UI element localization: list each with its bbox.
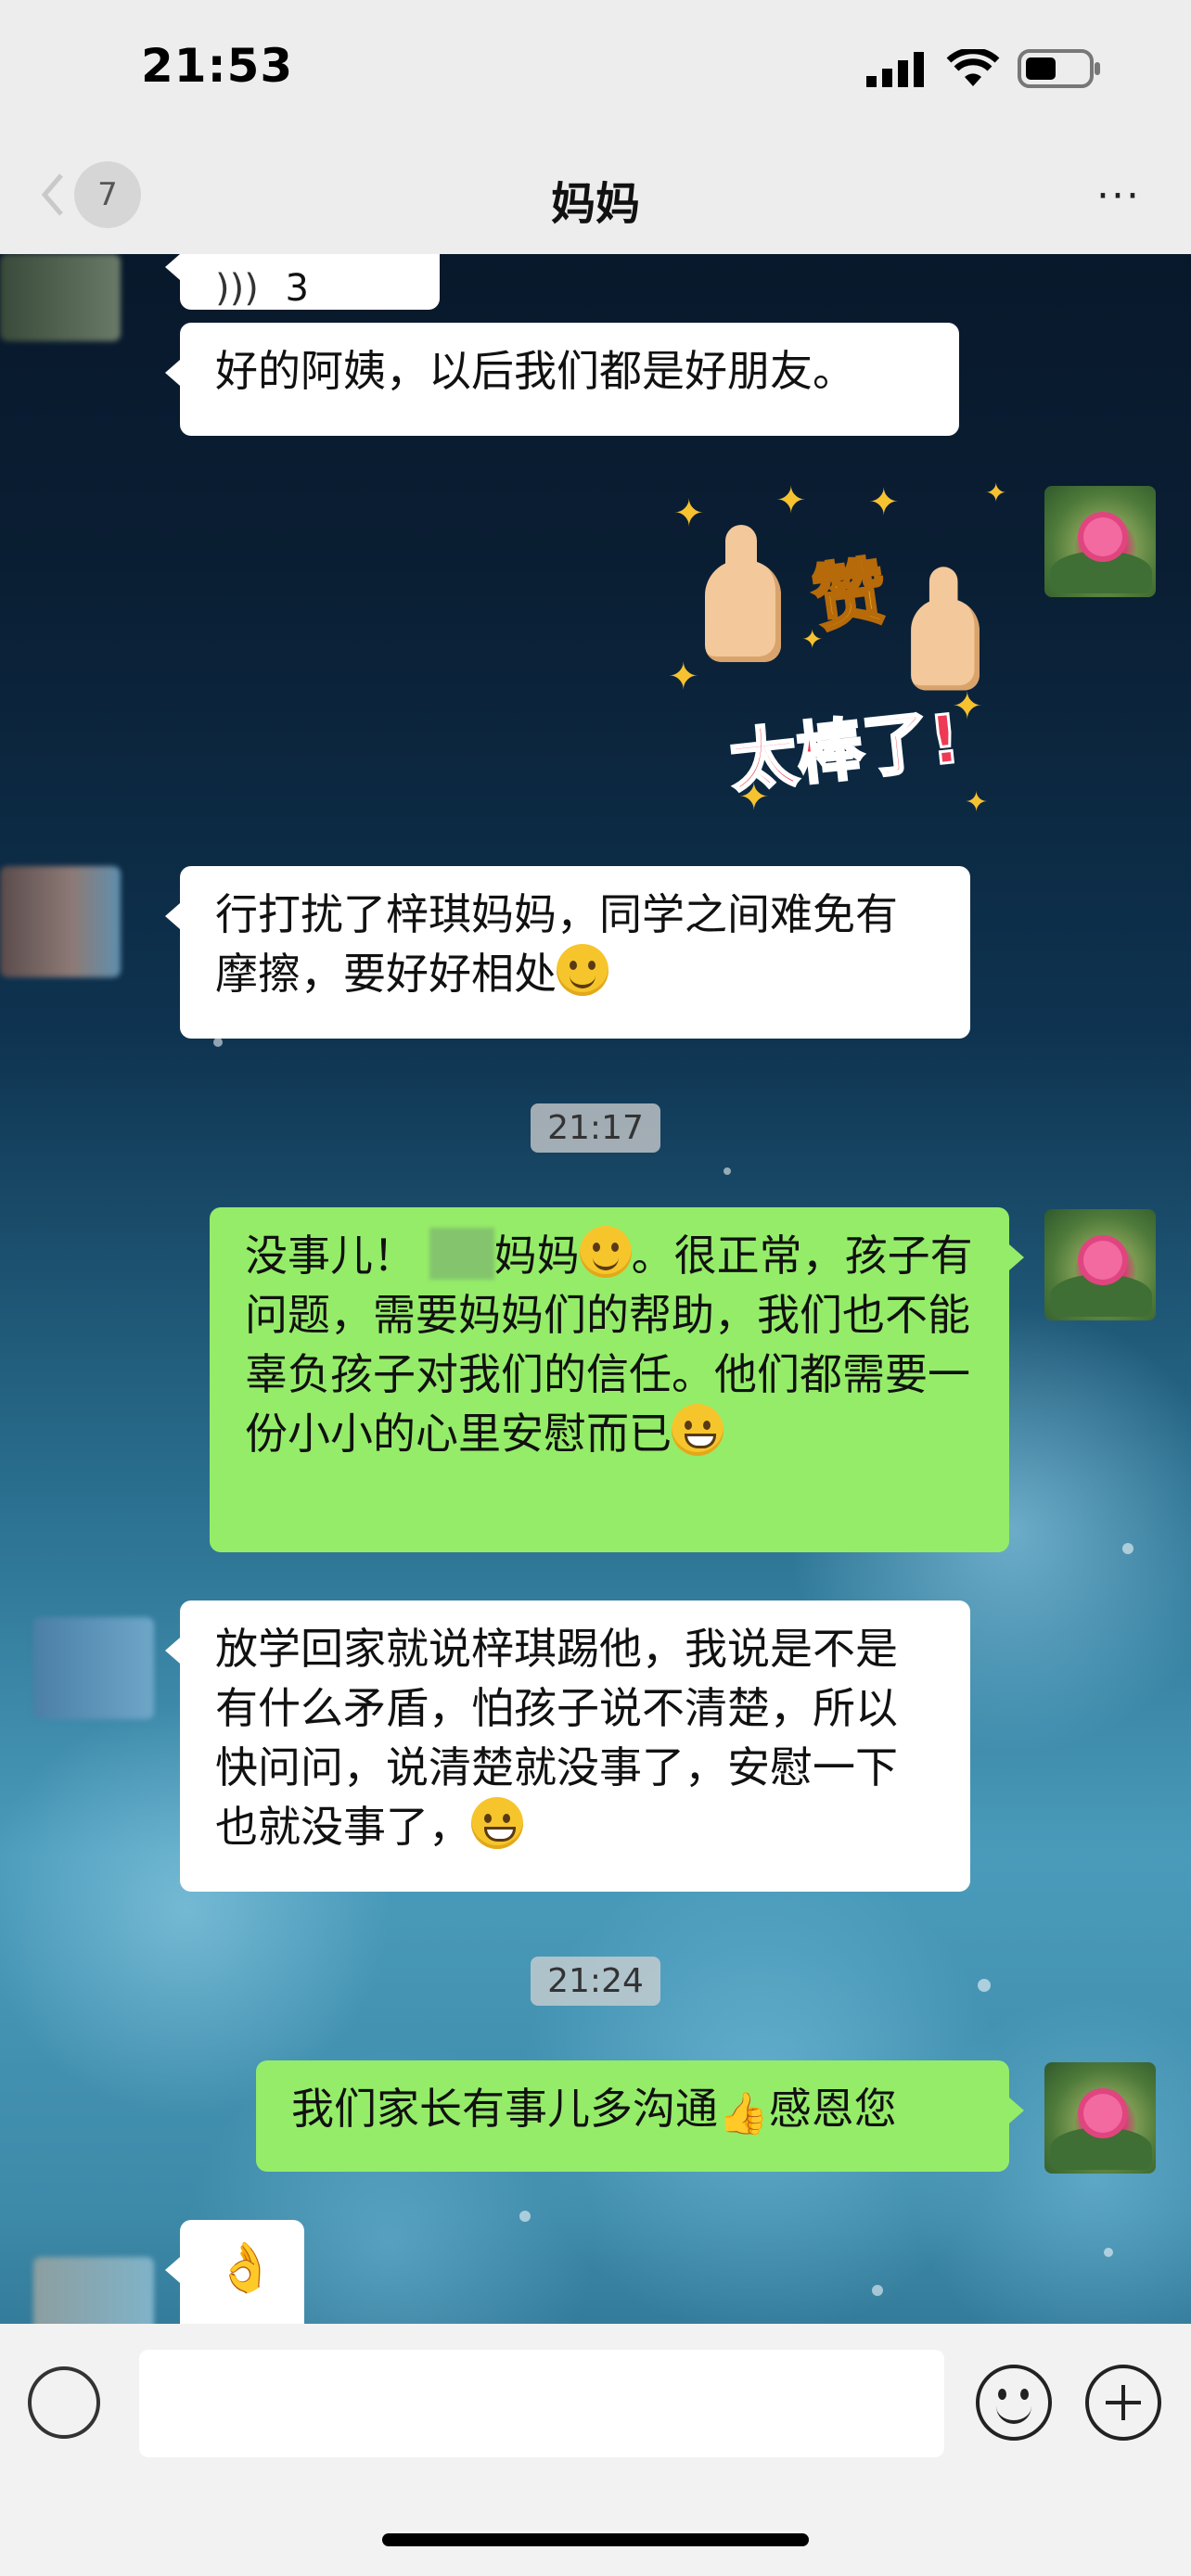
background-sparkle [519, 2211, 531, 2222]
chat-header: 7 妈妈 ··· [0, 139, 1191, 254]
name-redacted [429, 1228, 494, 1280]
voice-duration: 3 [285, 267, 309, 310]
message-list[interactable]: ))) 3 好的阿姨，以后我们都是好朋友。 赞 太棒了! ✦ ✦ ✦ ✦ ✦ ✦… [0, 254, 1191, 2324]
message-text: 没事儿！ [245, 1231, 416, 1281]
message-bubble[interactable]: 放学回家就说梓琪踢他，我说是不是有什么矛盾，怕孩子说不清楚，所以快问问，说清楚就… [165, 1600, 970, 1892]
status-icons [864, 48, 1102, 89]
message-text: 行打扰了梓琪妈妈，同学之间难免有摩擦，要好好相处 [215, 889, 898, 999]
background-sparkle [1122, 1543, 1133, 1554]
star-icon: ✦ [738, 776, 770, 819]
chat-title: 妈妈 [550, 178, 640, 230]
battery-icon [1018, 49, 1100, 88]
grin-emoji-icon [672, 1404, 724, 1456]
input-bar [0, 2324, 1191, 2576]
thumbs-up-icon [705, 525, 781, 662]
star-icon: ✦ [868, 481, 900, 524]
message-text: 放学回家就说梓琪踢他，我说是不是有什么矛盾，怕孩子说不清楚，所以快问问，说清楚就… [215, 1624, 898, 1852]
wifi-icon [946, 49, 1000, 86]
contact-avatar [33, 2257, 154, 2324]
message-text: 好的阿姨，以后我们都是好朋友。 [215, 346, 855, 396]
message-bubble[interactable]: 没事儿！ 妈妈 。很正常，孩子有问题，需要妈妈们的帮助，我们也不能辜负孩子对我们的… [210, 1207, 1024, 1552]
contact-avatar [0, 254, 121, 341]
background-sparkle [724, 1167, 731, 1175]
self-avatar[interactable] [1044, 486, 1156, 597]
status-bar: 21:53 [0, 0, 1191, 139]
ok-hand-emoji-icon: 👌 [215, 2240, 275, 2296]
contact-avatar [0, 866, 121, 977]
emoji-icon[interactable] [976, 2365, 1052, 2441]
message-bubble[interactable]: 行打扰了梓琪妈妈，同学之间难免有摩擦，要好好相处 [165, 866, 970, 1039]
blush-emoji-icon [579, 1226, 632, 1278]
signal-icon [866, 52, 924, 87]
plus-icon[interactable] [1085, 2365, 1161, 2441]
background-sparkle [978, 1979, 991, 1992]
timestamp: 21:24 [0, 1957, 1191, 2006]
star-icon: ✦ [985, 478, 1007, 508]
smile-emoji-icon [557, 944, 608, 996]
thumbs-up-icon [911, 567, 980, 691]
star-icon: ✦ [965, 786, 989, 819]
background-sparkle [1104, 2248, 1113, 2257]
emoji-message[interactable]: 👌 [165, 2220, 304, 2324]
self-avatar[interactable] [1044, 2062, 1156, 2174]
message-bubble[interactable]: 好的阿姨，以后我们都是好朋友。 [165, 323, 959, 436]
message-text: 感恩您 [768, 2084, 897, 2134]
status-time: 21:53 [141, 39, 294, 93]
grin-emoji-icon [471, 1797, 523, 1849]
self-avatar[interactable] [1044, 1209, 1156, 1320]
timestamp-text: 21:24 [531, 1957, 660, 2006]
background-sparkle [213, 1038, 223, 1047]
star-icon: ✦ [801, 624, 824, 655]
voice-message[interactable]: ))) 3 [165, 254, 440, 310]
sticker-message[interactable]: 赞 太棒了! ✦ ✦ ✦ ✦ ✦ ✦ ✦ ✦ ✦ [668, 478, 1007, 819]
thumbs-up-emoji-icon: 👍 [718, 2090, 769, 2137]
message-input[interactable] [139, 2350, 944, 2457]
star-icon: ✦ [673, 492, 705, 535]
home-indicator [382, 2533, 809, 2546]
background-sparkle [872, 2285, 883, 2296]
timestamp: 21:17 [0, 1103, 1191, 1153]
more-icon[interactable]: ··· [1096, 172, 1141, 220]
star-icon: ✦ [775, 479, 807, 522]
star-icon: ✦ [952, 685, 983, 728]
star-icon: ✦ [668, 656, 699, 698]
message-text: 我们家长有事儿多沟通 [291, 2084, 718, 2134]
message-text: 妈妈 [493, 1231, 580, 1281]
contact-avatar [33, 1617, 154, 1719]
timestamp-text: 21:17 [531, 1103, 660, 1153]
voice-icon[interactable] [28, 2366, 100, 2439]
voice-wave-icon: ))) [215, 267, 259, 310]
message-bubble[interactable]: 我们家长有事儿多沟通👍感恩您 [256, 2060, 1024, 2172]
